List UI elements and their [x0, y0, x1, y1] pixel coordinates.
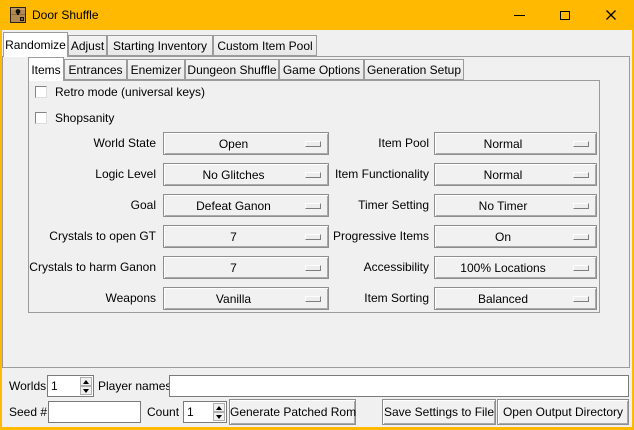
weapons-value: Vanilla: [216, 292, 251, 306]
timer-setting-dropdown[interactable]: No Timer: [434, 194, 597, 217]
accessibility-value: 100% Locations: [460, 261, 545, 275]
item-functionality-value: Normal: [484, 168, 523, 182]
crystals-open-gt-value: 7: [230, 230, 237, 244]
tab-enemizer[interactable]: Enemizer: [127, 59, 185, 80]
shopsanity-label: Shopsanity: [55, 111, 114, 125]
window: Door Shuffle Randomize Adjust Starting I…: [0, 0, 634, 430]
item-pool-label: Item Pool: [296, 132, 429, 155]
item-sorting-label: Item Sorting: [296, 287, 429, 310]
tab-custom-item-pool[interactable]: Custom Item Pool: [213, 35, 317, 56]
save-settings-button[interactable]: Save Settings to File: [382, 399, 496, 425]
item-sorting-dropdown[interactable]: Balanced: [434, 287, 597, 310]
logic-level-value: No Glitches: [202, 168, 264, 182]
tab-items[interactable]: Items: [28, 57, 64, 81]
worlds-spin-down-button[interactable]: [80, 386, 92, 395]
progressive-items-label: Progressive Items: [296, 225, 429, 248]
count-spin-up-button[interactable]: [213, 403, 225, 412]
tab-dungeon-shuffle[interactable]: Dungeon Shuffle: [185, 59, 279, 80]
retro-mode-label: Retro mode (universal keys): [55, 85, 205, 99]
weapons-label: Weapons: [8, 287, 156, 310]
crystals-harm-ganon-label: Crystals to harm Ganon: [8, 256, 156, 279]
timer-setting-value: No Timer: [479, 199, 528, 213]
arrow-down-icon: [83, 389, 89, 393]
count-spinbox[interactable]: [183, 401, 227, 423]
logic-level-label: Logic Level: [8, 163, 156, 186]
open-output-button[interactable]: Open Output Directory: [497, 399, 629, 425]
count-label: Count: [147, 401, 179, 423]
player-names-input[interactable]: [169, 375, 629, 397]
dropdown-indicator-icon: [573, 203, 589, 209]
titlebar: Door Shuffle: [0, 0, 634, 30]
window-title: Door Shuffle: [32, 0, 99, 30]
item-sorting-value: Balanced: [478, 292, 528, 306]
close-icon: [605, 9, 617, 21]
item-pool-value: Normal: [484, 137, 523, 151]
maximize-button[interactable]: [542, 0, 588, 30]
tab-game-options[interactable]: Game Options: [279, 59, 364, 80]
arrow-down-icon: [216, 415, 222, 419]
progressive-items-dropdown[interactable]: On: [434, 225, 597, 248]
goal-label: Goal: [8, 194, 156, 217]
tab-generation-setup[interactable]: Generation Setup: [364, 59, 464, 80]
world-state-label: World State: [8, 132, 156, 155]
worlds-input[interactable]: [48, 376, 78, 396]
accessibility-dropdown[interactable]: 100% Locations: [434, 256, 597, 279]
shopsanity-checkbox[interactable]: [35, 112, 47, 124]
tab-randomize[interactable]: Randomize: [3, 32, 68, 57]
count-input[interactable]: [184, 402, 211, 422]
arrow-up-icon: [216, 406, 222, 410]
item-functionality-dropdown[interactable]: Normal: [434, 163, 597, 186]
app-icon: [10, 7, 26, 23]
tab-entrances[interactable]: Entrances: [64, 59, 127, 80]
worlds-label: Worlds: [9, 375, 46, 397]
goal-value: Defeat Ganon: [196, 199, 271, 213]
tab-starting-inventory[interactable]: Starting Inventory: [107, 35, 213, 56]
dropdown-indicator-icon: [573, 172, 589, 178]
close-button[interactable]: [588, 0, 634, 30]
worlds-spinbox[interactable]: [47, 375, 94, 397]
generate-rom-button[interactable]: Generate Patched Rom: [229, 399, 356, 425]
minimize-button[interactable]: [496, 0, 542, 30]
count-spin-down-button[interactable]: [213, 412, 225, 421]
maximize-icon: [560, 11, 570, 20]
world-state-value: Open: [219, 137, 248, 151]
retro-mode-checkbox[interactable]: [35, 86, 47, 98]
item-functionality-label: Item Functionality: [296, 163, 429, 186]
timer-setting-label: Timer Setting: [296, 194, 429, 217]
dropdown-indicator-icon: [573, 296, 589, 302]
crystals-harm-ganon-value: 7: [230, 261, 237, 275]
minimize-icon: [514, 15, 525, 16]
arrow-up-icon: [83, 380, 89, 384]
seed-label: Seed #: [9, 401, 47, 423]
seed-input[interactable]: [48, 401, 141, 423]
worlds-spin-up-button[interactable]: [80, 377, 92, 386]
dropdown-indicator-icon: [573, 265, 589, 271]
tab-adjust[interactable]: Adjust: [68, 35, 107, 56]
item-pool-dropdown[interactable]: Normal: [434, 132, 597, 155]
crystals-open-gt-label: Crystals to open GT: [8, 225, 156, 248]
dropdown-indicator-icon: [573, 141, 589, 147]
progressive-items-value: On: [495, 230, 511, 244]
player-names-label: Player names: [98, 375, 171, 397]
accessibility-label: Accessibility: [296, 256, 429, 279]
dropdown-indicator-icon: [573, 234, 589, 240]
